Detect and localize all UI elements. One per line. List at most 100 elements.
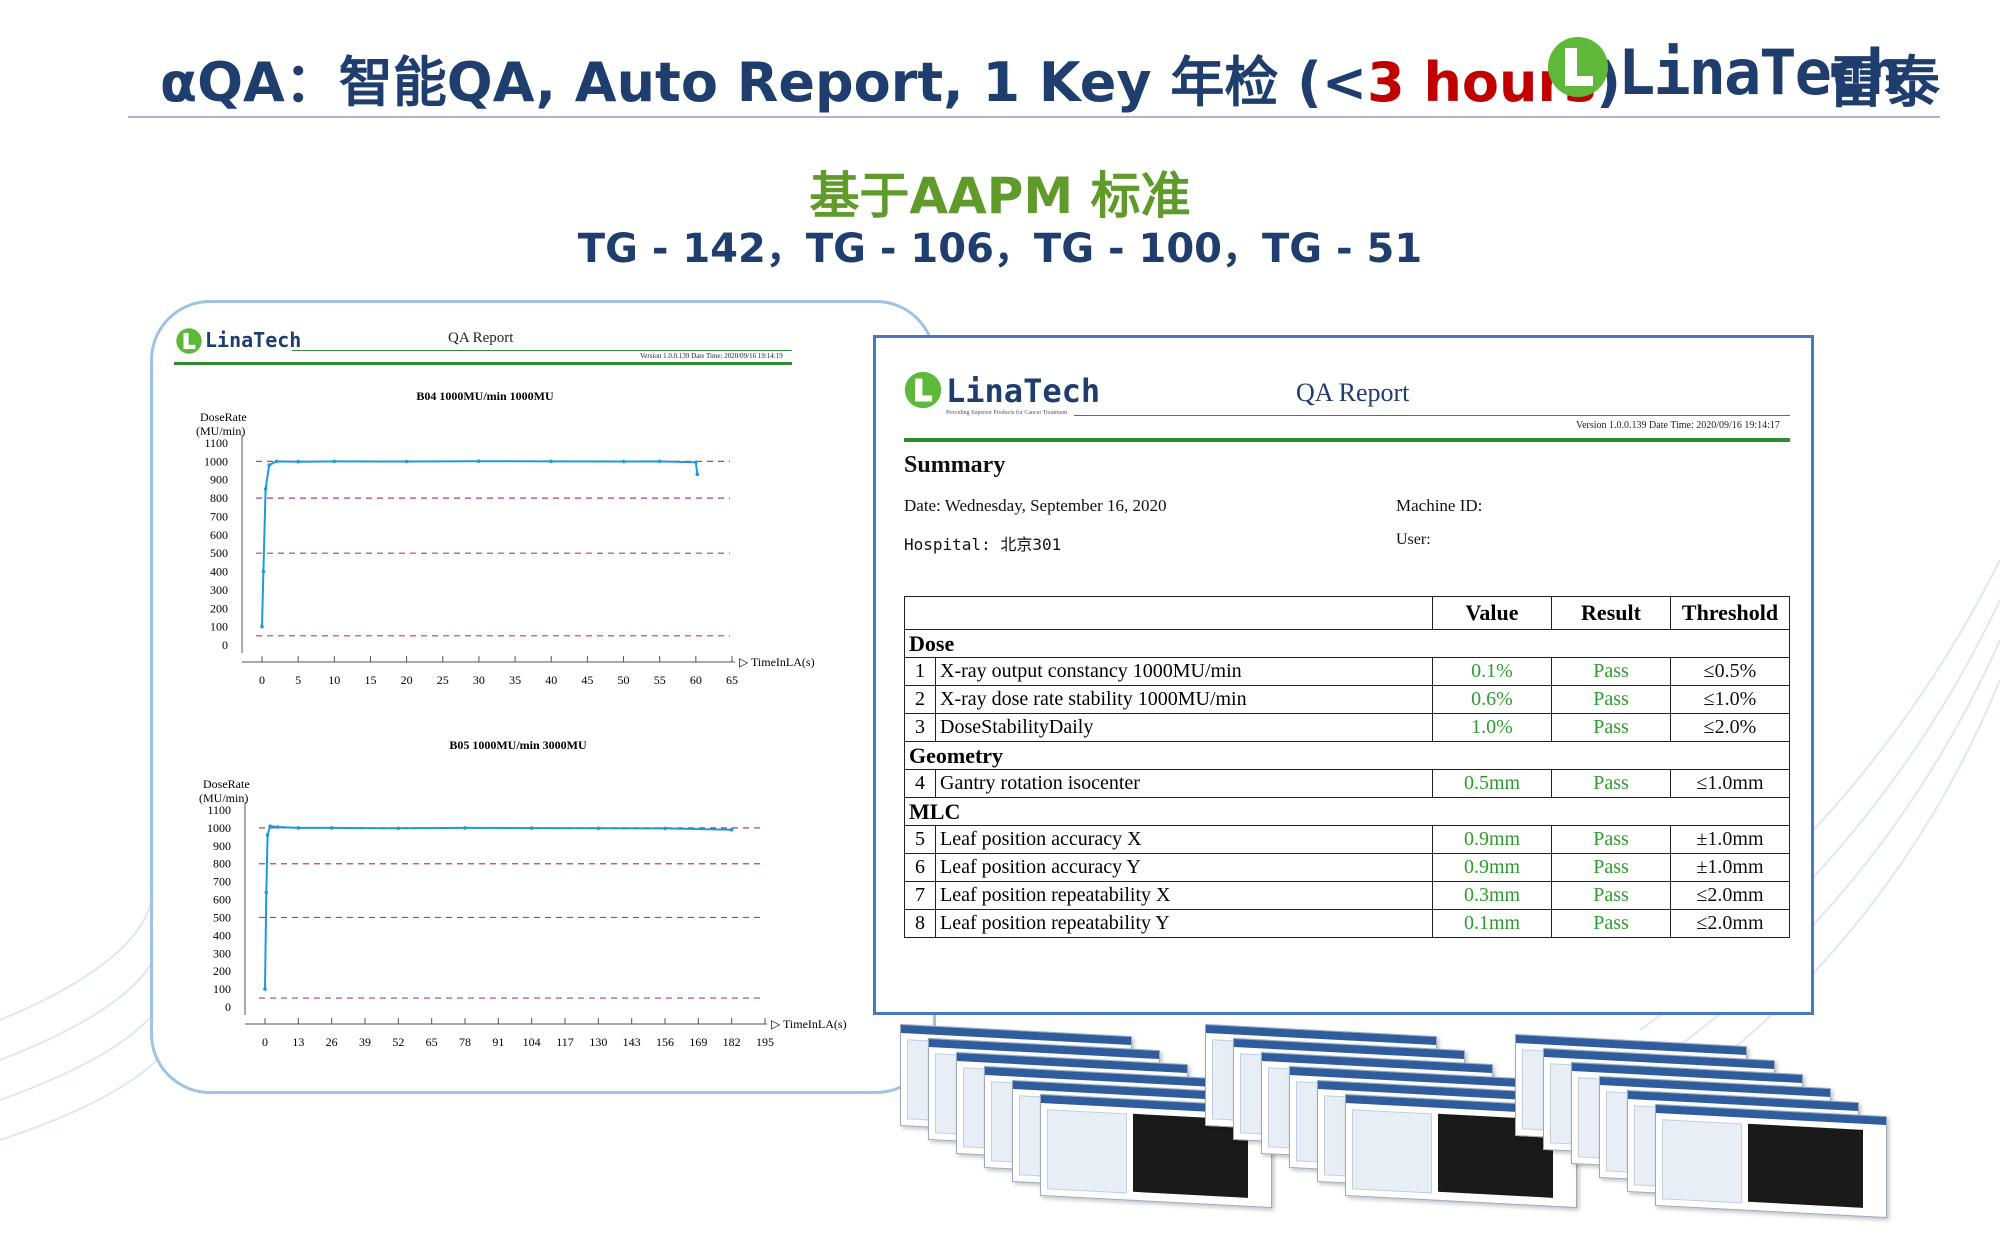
row-result: Pass bbox=[1551, 825, 1671, 854]
table-row: 7 Leaf position repeatability X 0.3mm Pass ≤… bbox=[904, 881, 1790, 910]
y-axis-label: DoseRate bbox=[203, 777, 250, 791]
y-tick-label: 1100 bbox=[207, 803, 231, 817]
data-point bbox=[332, 459, 337, 464]
row-result: Pass bbox=[1551, 657, 1671, 686]
y-tick-label: 1000 bbox=[204, 454, 228, 468]
data-point bbox=[268, 824, 272, 828]
row-value: 0.3mm bbox=[1432, 881, 1552, 910]
x-tick-label: 60 bbox=[690, 673, 702, 687]
x-tick-label: 20 bbox=[401, 673, 413, 687]
header-cell: Result bbox=[1551, 596, 1671, 630]
report-logo-tagline: Providing Superior Products for Cancer T… bbox=[946, 410, 1068, 416]
title-prefix: αQA：智能QA, Auto Report, 1 Key 年检 (< bbox=[160, 51, 1368, 114]
y-tick-label: 400 bbox=[210, 565, 228, 579]
data-point bbox=[263, 987, 267, 991]
chart-title: B05 1000MU/min 3000MU bbox=[449, 738, 587, 752]
x-tick-label: 26 bbox=[326, 1035, 338, 1049]
x-axis-label: ▷ TimeInLA(s) bbox=[771, 1017, 847, 1031]
summary-heading: Summary bbox=[904, 452, 1006, 478]
section-row: MLC bbox=[904, 797, 1790, 826]
x-tick-label: 143 bbox=[623, 1035, 641, 1049]
data-point bbox=[296, 459, 300, 464]
row-result: Pass bbox=[1551, 881, 1671, 910]
screenshot-content bbox=[1748, 1123, 1863, 1208]
y-tick-label: 600 bbox=[210, 528, 228, 542]
y-tick-label: 600 bbox=[213, 893, 231, 907]
x-tick-label: 40 bbox=[545, 673, 557, 687]
software-screenshot bbox=[1655, 1103, 1887, 1219]
data-point bbox=[477, 459, 481, 463]
data-point bbox=[694, 460, 698, 465]
row-result: Pass bbox=[1551, 853, 1671, 882]
y-tick-label: 300 bbox=[210, 583, 228, 597]
y-axis-label: DoseRate bbox=[200, 410, 247, 424]
section-row: Geometry bbox=[904, 741, 1790, 770]
row-result: Pass bbox=[1551, 769, 1671, 798]
x-tick-label: 50 bbox=[618, 673, 630, 687]
x-tick-label: 10 bbox=[328, 673, 340, 687]
x-tick-label: 104 bbox=[523, 1035, 541, 1049]
row-threshold: ±1.0mm bbox=[1670, 853, 1790, 882]
dose-rate-charts: B04 1000MU/min 1000MUDoseRate(MU/min)▷ T… bbox=[196, 389, 847, 1049]
row-number: 5 bbox=[904, 825, 936, 854]
y-tick-label: 500 bbox=[210, 546, 228, 560]
data-point bbox=[549, 459, 554, 464]
y-tick-label: 800 bbox=[213, 857, 231, 871]
qa-result-table: Value Result Threshold Dose 1 X-ray output co… bbox=[904, 596, 1790, 938]
data-point bbox=[276, 825, 280, 829]
row-result: Pass bbox=[1551, 909, 1671, 938]
header-cell: Value bbox=[1432, 596, 1552, 630]
section-name: Geometry bbox=[904, 741, 1790, 770]
row-number: 3 bbox=[904, 713, 936, 742]
row-item: X-ray output constancy 1000MU/min bbox=[935, 657, 1433, 686]
row-item: Leaf position repeatability X bbox=[935, 881, 1433, 910]
table-header-row: Value Result Threshold bbox=[904, 596, 1790, 630]
row-item: DoseStabilityDaily bbox=[935, 713, 1433, 742]
row-item: Leaf position repeatability Y bbox=[935, 909, 1433, 938]
row-number: 6 bbox=[904, 853, 936, 882]
report-logo: LinaTech bbox=[946, 372, 1101, 410]
row-item: X-ray dose rate stability 1000MU/min bbox=[935, 685, 1433, 714]
x-tick-label: 91 bbox=[492, 1035, 504, 1049]
screenshot-panel bbox=[1662, 1119, 1743, 1204]
x-tick-label: 39 bbox=[359, 1035, 371, 1049]
row-threshold: ≤1.0mm bbox=[1670, 769, 1790, 798]
row-threshold: ≤0.5% bbox=[1670, 657, 1790, 686]
data-point bbox=[695, 472, 700, 477]
section-name: Dose bbox=[904, 629, 1790, 658]
data-point bbox=[264, 890, 269, 895]
y-tick-label: 100 bbox=[210, 620, 228, 634]
x-tick-label: 45 bbox=[581, 673, 593, 687]
y-tick-label: 300 bbox=[213, 946, 231, 960]
dose-rate-series bbox=[261, 460, 699, 627]
data-point bbox=[265, 833, 270, 837]
row-number: 8 bbox=[904, 909, 936, 938]
row-value: 0.6% bbox=[1432, 685, 1552, 714]
slide-title: αQA：智能QA, Auto Report, 1 Key 年检 (<3 hour… bbox=[160, 38, 1621, 117]
table-row: 5 Leaf position accuracy X 0.9mm Pass ±1.0mm bbox=[904, 825, 1790, 854]
screenshot-panel bbox=[1047, 1109, 1128, 1194]
y-tick-label: 0 bbox=[222, 638, 228, 652]
data-point bbox=[274, 459, 279, 464]
row-value: 0.1mm bbox=[1432, 909, 1552, 938]
table-row: 4 Gantry rotation isocenter 0.5mm Pass ≤1.0m… bbox=[904, 769, 1790, 798]
data-point bbox=[404, 459, 409, 464]
data-point bbox=[663, 826, 667, 831]
row-threshold: ±1.0mm bbox=[1670, 825, 1790, 854]
report-logo-icon bbox=[904, 371, 942, 409]
report-rule bbox=[904, 438, 1790, 442]
x-tick-label: 78 bbox=[459, 1035, 471, 1049]
header-cell: Threshold bbox=[1670, 596, 1790, 630]
x-tick-label: 117 bbox=[556, 1035, 574, 1049]
data-point bbox=[529, 826, 534, 830]
dose-rate-series bbox=[264, 825, 732, 990]
table-row: 1 X-ray output constancy 1000MU/min 0.1% Pa… bbox=[904, 657, 1790, 686]
table-row: 3 DoseStabilityDaily 1.0% Pass ≤2.0% bbox=[904, 713, 1790, 742]
row-value: 1.0% bbox=[1432, 713, 1552, 742]
data-point bbox=[729, 827, 734, 832]
x-tick-label: 130 bbox=[589, 1035, 607, 1049]
linatech-logo-icon bbox=[1548, 37, 1608, 97]
row-threshold: ≤2.0% bbox=[1670, 713, 1790, 742]
x-tick-label: 0 bbox=[259, 673, 265, 687]
brand-cn-name: 雷泰 bbox=[1828, 51, 1940, 116]
